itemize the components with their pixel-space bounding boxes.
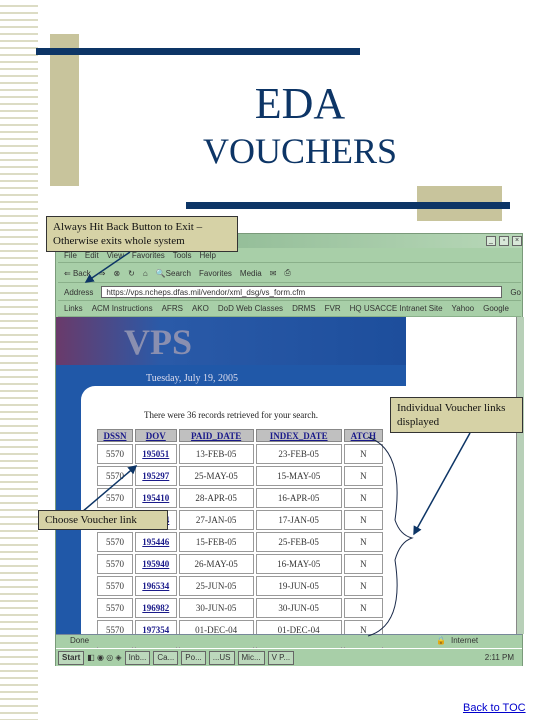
bracket <box>367 436 414 637</box>
callout-back-button: Always Hit Back Button to Exit – Otherwi… <box>46 216 238 252</box>
callout-choose-voucher: Choose Voucher link <box>38 510 168 530</box>
arrow-choose <box>81 465 138 513</box>
arrow-links <box>413 432 471 536</box>
callout-voucher-links: Individual Voucher links displayed <box>390 397 523 433</box>
annotation-arrows <box>81 251 471 637</box>
arrow-back <box>84 251 131 283</box>
